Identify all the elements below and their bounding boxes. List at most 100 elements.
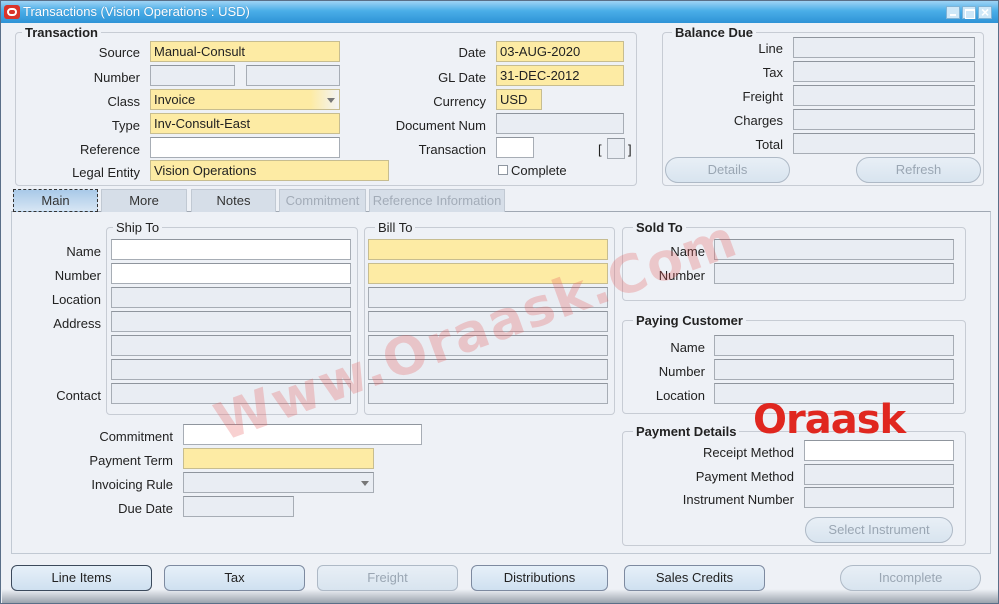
title-bar[interactable]: Transactions (Vision Operations : USD) bbox=[1, 1, 998, 23]
bill-to-number-field[interactable] bbox=[368, 263, 608, 284]
chevron-down-icon[interactable] bbox=[361, 481, 369, 486]
commitment-field[interactable] bbox=[183, 424, 422, 445]
ship-to-address-line-1[interactable] bbox=[111, 311, 351, 332]
commitment-label: Commitment bbox=[99, 429, 173, 444]
bill-to-contact-field[interactable] bbox=[368, 383, 608, 404]
paying-number-label: Number bbox=[658, 364, 705, 379]
bill-to-address-line-2[interactable] bbox=[368, 335, 608, 356]
select-instrument-button[interactable]: Select Instrument bbox=[805, 517, 953, 543]
close-icon[interactable] bbox=[978, 4, 992, 20]
ship-to-name-field[interactable] bbox=[111, 239, 351, 260]
details-button[interactable]: Details bbox=[665, 157, 790, 183]
invoicing-rule-select[interactable] bbox=[183, 472, 374, 493]
number-field[interactable] bbox=[150, 65, 235, 86]
balance-due-heading: Balance Due bbox=[672, 25, 757, 40]
payment-method-label: Payment Method bbox=[695, 469, 794, 484]
ship-to-contact-field[interactable] bbox=[111, 383, 351, 404]
legal-entity-field[interactable]: Vision Operations bbox=[150, 160, 389, 181]
ship-location-label: Location bbox=[51, 292, 101, 307]
transaction-field[interactable] bbox=[496, 137, 534, 158]
paying-customer-location-field[interactable] bbox=[714, 383, 954, 404]
tab-notes[interactable]: Notes bbox=[191, 189, 276, 212]
distributions-button[interactable]: Distributions bbox=[471, 565, 608, 591]
sold-to-name-label: Name bbox=[670, 244, 705, 259]
tab-reference-information[interactable]: Reference Information bbox=[369, 189, 505, 212]
ship-to-address-line-3[interactable] bbox=[111, 359, 351, 380]
bill-to-name-field[interactable] bbox=[368, 239, 608, 260]
paying-customer-name-field[interactable] bbox=[714, 335, 954, 356]
maximize-icon[interactable] bbox=[962, 6, 976, 19]
ship-to-number-field[interactable] bbox=[111, 263, 351, 284]
balance-freight-field[interactable] bbox=[793, 85, 975, 106]
balance-tax-field[interactable] bbox=[793, 61, 975, 82]
ship-contact-label: Contact bbox=[56, 388, 101, 403]
chevron-down-icon[interactable] bbox=[327, 98, 335, 103]
bill-to-address-line-3[interactable] bbox=[368, 359, 608, 380]
paying-location-label: Location bbox=[655, 388, 705, 403]
currency-field[interactable]: USD bbox=[496, 89, 542, 110]
balance-charges-field[interactable] bbox=[793, 109, 975, 130]
payment-method-field[interactable] bbox=[804, 464, 954, 485]
bracket-close: ] bbox=[628, 142, 632, 157]
class-label: Class bbox=[107, 94, 140, 109]
ship-name-label: Name bbox=[66, 244, 101, 259]
minimize-icon[interactable] bbox=[946, 6, 960, 19]
type-field[interactable]: Inv-Consult-East bbox=[150, 113, 340, 134]
type-label: Type bbox=[111, 118, 140, 133]
line-items-button[interactable]: Line Items bbox=[11, 565, 152, 591]
bracket-open: [ bbox=[598, 142, 602, 157]
transactions-window: Transactions (Vision Operations : USD) T… bbox=[0, 0, 999, 604]
payment-details-heading: Payment Details bbox=[633, 424, 740, 439]
sold-to-number-field[interactable] bbox=[714, 263, 954, 284]
transaction-label: Transaction bbox=[418, 142, 486, 157]
balance-total-label: Total bbox=[755, 137, 783, 152]
ship-number-label: Number bbox=[54, 268, 101, 283]
complete-checkbox[interactable] bbox=[498, 165, 508, 175]
due-date-field[interactable] bbox=[183, 496, 294, 517]
gl-date-field[interactable]: 31-DEC-2012 bbox=[496, 65, 624, 86]
bill-to-address-line-1[interactable] bbox=[368, 311, 608, 332]
payment-term-label: Payment Term bbox=[89, 453, 173, 468]
tab-main[interactable]: Main bbox=[13, 189, 98, 212]
descriptive-flexfield[interactable] bbox=[607, 138, 625, 159]
gl-date-label: GL Date bbox=[438, 70, 486, 85]
class-value: Invoice bbox=[154, 92, 196, 107]
tax-button[interactable]: Tax bbox=[164, 565, 305, 591]
refresh-button[interactable]: Refresh bbox=[856, 157, 981, 183]
class-select[interactable]: Invoice bbox=[150, 89, 340, 110]
number-field-2[interactable] bbox=[246, 65, 340, 86]
sold-to-name-field[interactable] bbox=[714, 239, 954, 260]
tab-more[interactable]: More bbox=[101, 189, 187, 212]
balance-total-field[interactable] bbox=[793, 133, 975, 154]
reference-label: Reference bbox=[80, 142, 140, 157]
bill-to-location-field[interactable] bbox=[368, 287, 608, 308]
instrument-number-label: Instrument Number bbox=[682, 492, 794, 507]
balance-charges-label: Charges bbox=[733, 113, 783, 128]
due-date-label: Due Date bbox=[118, 501, 173, 516]
ship-to-address-line-2[interactable] bbox=[111, 335, 351, 356]
instrument-number-field[interactable] bbox=[804, 487, 954, 508]
document-num-label: Document Num bbox=[395, 118, 486, 133]
balance-freight-label: Freight bbox=[742, 89, 783, 104]
sales-credits-button[interactable]: Sales Credits bbox=[624, 565, 765, 591]
number-label: Number bbox=[93, 70, 140, 85]
freight-button[interactable]: Freight bbox=[317, 565, 458, 591]
balance-line-field[interactable] bbox=[793, 37, 975, 58]
paying-customer-number-field[interactable] bbox=[714, 359, 954, 380]
source-label: Source bbox=[98, 45, 140, 60]
reference-field[interactable] bbox=[150, 137, 340, 158]
balance-line-label: Line bbox=[758, 41, 783, 56]
ship-address-label: Address bbox=[53, 316, 101, 331]
payment-term-field[interactable] bbox=[183, 448, 374, 469]
date-label: Date bbox=[458, 45, 486, 60]
document-num-field[interactable] bbox=[496, 113, 624, 134]
complete-label: Complete bbox=[511, 163, 567, 178]
source-field[interactable]: Manual-Consult bbox=[150, 41, 340, 62]
ship-to-location-field[interactable] bbox=[111, 287, 351, 308]
tab-commitment[interactable]: Commitment bbox=[279, 189, 366, 212]
bill-to-heading: Bill To bbox=[375, 220, 416, 235]
receipt-method-field[interactable] bbox=[804, 440, 954, 461]
date-field[interactable]: 03-AUG-2020 bbox=[496, 41, 624, 62]
paying-customer-heading: Paying Customer bbox=[633, 313, 746, 328]
incomplete-button[interactable]: Incomplete bbox=[840, 565, 981, 591]
